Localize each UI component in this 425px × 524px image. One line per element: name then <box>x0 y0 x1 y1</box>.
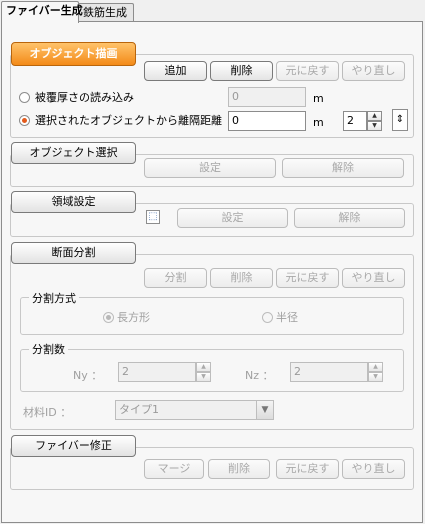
radius-label: 半径 <box>276 311 298 324</box>
section-split-header[interactable]: 断面分割 <box>11 242 136 264</box>
chevron-down-icon[interactable]: ▼ <box>256 400 274 420</box>
split-redo-button[interactable]: やり直し <box>342 268 405 288</box>
split-method-title: 分割方式 <box>29 290 79 306</box>
object-select-set-button[interactable]: 設定 <box>144 158 276 178</box>
fiber-edit-header[interactable]: ファイバー修正 <box>11 435 136 457</box>
nz-stepper[interactable]: ▲ ▼ <box>368 362 383 382</box>
region-release-button[interactable]: 解除 <box>294 208 405 228</box>
object-select-release-button[interactable]: 解除 <box>282 158 404 178</box>
stepper-up-icon[interactable]: ▲ <box>196 362 211 372</box>
fiber-undo-button[interactable]: 元に戻す <box>276 459 339 479</box>
region-select-icon[interactable]: ⬚ <box>146 210 160 224</box>
cover-thickness-unit: m <box>313 92 324 105</box>
pick-direction-icon[interactable]: ⇕ <box>392 109 408 131</box>
radius-radio[interactable] <box>262 312 273 323</box>
stepper-down-icon[interactable]: ▼ <box>196 372 211 382</box>
cover-thickness-label: 被覆厚さの読み込み <box>35 91 134 104</box>
offset-count-stepper[interactable]: ▲ ▼ <box>367 111 382 131</box>
nz-label: Nz ： <box>245 369 274 382</box>
split-count-title: 分割数 <box>29 341 68 357</box>
ny-input[interactable]: 2 <box>118 362 196 382</box>
stepper-up-icon[interactable]: ▲ <box>367 111 382 121</box>
tab-rebar-generation[interactable]: 鉄筋生成 <box>78 3 134 22</box>
offset-distance-input[interactable]: 0 <box>228 111 306 131</box>
stepper-down-icon[interactable]: ▼ <box>368 372 383 382</box>
offset-distance-radio[interactable] <box>19 115 30 126</box>
undo-button[interactable]: 元に戻す <box>276 61 339 81</box>
material-id-label: 材料ID ： <box>23 406 72 419</box>
material-id-select[interactable]: タイプ1 <box>115 400 257 420</box>
ny-stepper[interactable]: ▲ ▼ <box>196 362 211 382</box>
split-undo-button[interactable]: 元に戻す <box>276 268 339 288</box>
cover-thickness-radio[interactable] <box>19 92 30 103</box>
cover-thickness-input[interactable]: 0 <box>228 87 306 107</box>
offset-count-input[interactable]: 2 <box>343 111 367 131</box>
rectangle-radio[interactable] <box>103 312 114 323</box>
offset-distance-unit: m <box>313 116 324 129</box>
fiber-delete-button[interactable]: 削除 <box>208 459 270 479</box>
offset-distance-label: 選択されたオブジェクトから離隔距離 <box>35 114 222 127</box>
rectangle-label: 長方形 <box>117 311 150 324</box>
region-set-header[interactable]: 領域設定 <box>11 191 136 213</box>
object-draw-header[interactable]: オブジェクト描画 <box>11 42 136 66</box>
object-select-header[interactable]: オブジェクト選択 <box>11 142 136 164</box>
add-button[interactable]: 追加 <box>144 61 207 81</box>
stepper-down-icon[interactable]: ▼ <box>367 121 382 131</box>
region-set-button[interactable]: 設定 <box>177 208 288 228</box>
nz-input[interactable]: 2 <box>290 362 368 382</box>
redo-button[interactable]: やり直し <box>342 61 405 81</box>
ny-label: Ny ： <box>73 369 103 382</box>
merge-button[interactable]: マージ <box>144 459 204 479</box>
split-delete-button[interactable]: 削除 <box>210 268 273 288</box>
fiber-redo-button[interactable]: やり直し <box>342 459 405 479</box>
stepper-up-icon[interactable]: ▲ <box>368 362 383 372</box>
tab-fiber-generation[interactable]: ファイバー生成 <box>1 1 83 23</box>
split-button[interactable]: 分割 <box>144 268 207 288</box>
delete-button[interactable]: 削除 <box>210 61 273 81</box>
